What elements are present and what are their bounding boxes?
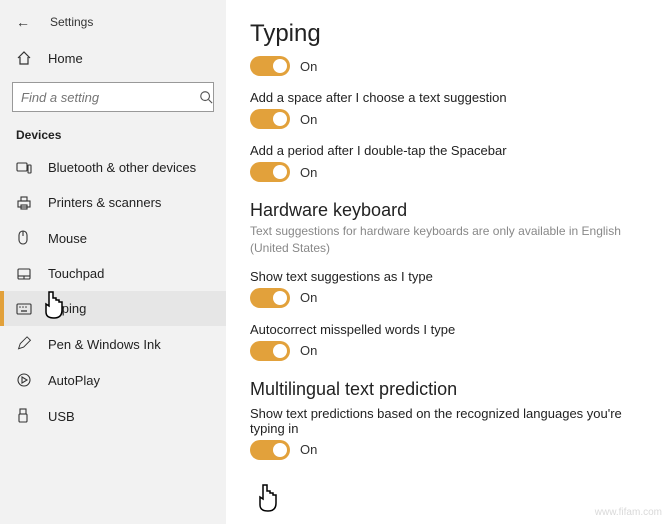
space-label: Add a space after I choose a text sugges… [250,90,646,105]
home-label: Home [48,51,83,66]
multi-toggle-row: On [250,440,646,460]
home-nav[interactable]: Home [0,40,226,76]
sidebar-item-printers[interactable]: Printers & scanners [0,185,226,220]
printer-icon [16,196,32,210]
sidebar-item-typing[interactable]: Typing [0,291,226,326]
nav-label: Printers & scanners [48,195,161,210]
hw-suggest-toggle[interactable] [250,288,290,308]
hw-heading: Hardware keyboard [250,200,646,221]
nav-label: AutoPlay [48,373,100,388]
app-title: Settings [50,15,93,29]
hw-autocorrect-state: On [300,343,317,358]
mouse-icon [16,230,32,246]
hw-sub: Text suggestions for hardware keyboards … [250,223,646,257]
period-label: Add a period after I double-tap the Spac… [250,143,646,158]
nav-label: USB [48,409,75,424]
hw-suggest-label: Show text suggestions as I type [250,269,646,284]
back-icon[interactable]: ← [16,14,30,30]
period-toggle-state: On [300,165,317,180]
usb-icon [16,408,32,424]
sidebar-item-pen[interactable]: Pen & Windows Ink [0,326,226,362]
sidebar: ← Settings Home Devices Bluetooth & othe… [0,0,226,524]
typing-toggle-row: On [250,56,646,76]
autoplay-icon [16,372,32,388]
period-toggle[interactable] [250,162,290,182]
hw-suggest-toggle-row: On [250,288,646,308]
period-toggle-row: On [250,162,646,182]
sidebar-item-usb[interactable]: USB [0,398,226,434]
touchpad-icon [16,267,32,281]
space-toggle[interactable] [250,109,290,129]
nav-label: Typing [48,301,86,316]
content-pane: Typing On Add a space after I choose a t… [226,0,670,524]
sidebar-item-mouse[interactable]: Mouse [0,220,226,256]
header-row: ← Settings [0,10,226,40]
hw-autocorrect-toggle[interactable] [250,341,290,361]
nav-label: Pen & Windows Ink [48,337,161,352]
sidebar-item-bluetooth[interactable]: Bluetooth & other devices [0,150,226,185]
home-icon [16,50,32,66]
multi-toggle[interactable] [250,440,290,460]
nav-label: Mouse [48,231,87,246]
hw-autocorrect-label: Autocorrect misspelled words I type [250,322,646,337]
hw-suggest-state: On [300,290,317,305]
page-title: Typing [250,20,646,48]
search-input[interactable] [21,90,199,105]
space-toggle-state: On [300,112,317,127]
multi-state: On [300,442,317,457]
nav-label: Touchpad [48,266,104,281]
space-toggle-row: On [250,109,646,129]
pen-icon [16,336,32,352]
multi-heading: Multilingual text prediction [250,379,646,400]
search-icon [199,90,213,104]
search-box[interactable] [12,82,214,112]
typing-toggle[interactable] [250,56,290,76]
watermark: www.fifam.com [595,507,662,518]
multi-label: Show text predictions based on the recog… [250,406,646,436]
sidebar-section-title: Devices [0,124,226,150]
sidebar-item-autoplay[interactable]: AutoPlay [0,362,226,398]
typing-toggle-state: On [300,59,317,74]
sidebar-item-touchpad[interactable]: Touchpad [0,256,226,291]
hw-autocorrect-toggle-row: On [250,341,646,361]
devices-icon [16,161,32,175]
nav-label: Bluetooth & other devices [48,160,196,175]
keyboard-icon [16,303,32,315]
